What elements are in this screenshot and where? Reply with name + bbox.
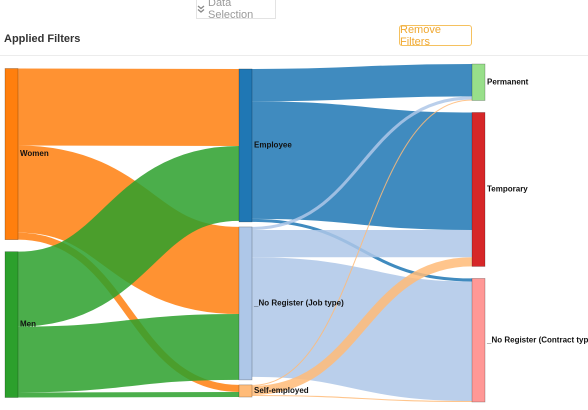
node-women[interactable] xyxy=(4,68,19,240)
link-men-to-no-register-job-type[interactable] xyxy=(17,314,240,393)
node-label-self-employed: Self-employed xyxy=(254,386,309,395)
applied-filters-heading: Applied Filters xyxy=(4,33,81,45)
remove-filters-button[interactable]: Remove Filters xyxy=(399,24,472,48)
node-self-employed[interactable] xyxy=(238,384,253,398)
node-label-no-register-job-type: _No Register (Job type) xyxy=(253,299,344,308)
sankey-chart: Women Men Employee _No Register (Job type) S… xyxy=(4,63,588,403)
node-no-register-job-type[interactable] xyxy=(238,226,253,381)
node-label-permanent: Permanent xyxy=(487,77,529,86)
node-temporary[interactable] xyxy=(471,112,486,267)
node-label-employee: Employee xyxy=(254,141,292,150)
node-permanent[interactable] xyxy=(471,63,486,101)
node-men[interactable] xyxy=(4,251,19,398)
node-label-men: Men xyxy=(20,320,36,329)
node-label-temporary: Temporary xyxy=(487,185,528,194)
double-chevron-down-icon xyxy=(197,5,205,13)
node-label-women: Women xyxy=(20,149,49,158)
data-selection-label: Data Selection xyxy=(208,0,254,21)
node-no-register-contract-type[interactable] xyxy=(471,278,486,403)
link-employee-to-permanent[interactable] xyxy=(251,64,473,102)
node-employee[interactable] xyxy=(238,68,253,223)
node-label-no-register-contract-type: _No Register (Contract type) xyxy=(486,335,588,344)
data-selection-button[interactable]: Data Selection xyxy=(196,0,276,21)
